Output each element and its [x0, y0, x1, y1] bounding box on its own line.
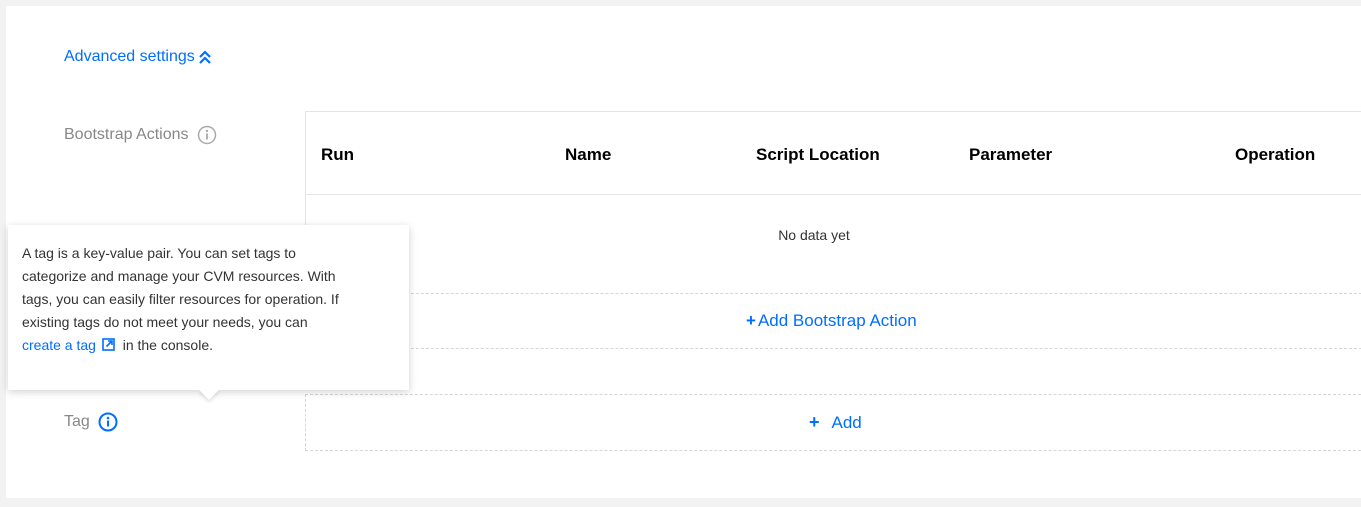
- bootstrap-actions-label-row: Bootstrap Actions: [64, 125, 217, 145]
- tooltip-line: categorize and manage your CVM resources…: [22, 268, 336, 284]
- create-tag-link[interactable]: create a tag: [22, 337, 96, 353]
- column-header-name: Name: [565, 145, 612, 164]
- external-link-icon[interactable]: [102, 338, 115, 351]
- tag-tooltip: A tag is a key-value pair. You can set t…: [8, 225, 409, 400]
- tooltip-line: tags, you can easily filter resources fo…: [22, 291, 339, 307]
- column-header-script-location: Script Location: [756, 145, 880, 164]
- plus-icon: +: [746, 311, 756, 330]
- add-tag-button[interactable]: + Add: [809, 412, 862, 433]
- bootstrap-actions-label: Bootstrap Actions: [64, 126, 189, 143]
- empty-state-text: No data yet: [778, 227, 850, 243]
- chevron-double-up-icon: [198, 50, 211, 64]
- add-bootstrap-action-button[interactable]: + Add Bootstrap Action: [746, 311, 917, 331]
- add-bootstrap-action-label: Add Bootstrap Action: [757, 311, 917, 330]
- info-icon[interactable]: [197, 125, 217, 145]
- tooltip-line-last: create a tag in the console.: [22, 334, 395, 357]
- table-header: Run Name Script Location Parameter Opera…: [306, 112, 1361, 195]
- column-header-parameter: Parameter: [969, 145, 1053, 164]
- info-icon[interactable]: [98, 412, 118, 432]
- add-tag-label: Add: [831, 412, 862, 432]
- tooltip-line: existing tags do not meet your needs, yo…: [22, 314, 308, 330]
- table-empty-row: No data yet: [306, 195, 1361, 294]
- tag-add-box: + Add: [305, 394, 1361, 451]
- column-header-operation: Operation: [1235, 145, 1316, 164]
- plus-icon: +: [809, 412, 820, 432]
- bootstrap-actions-table: Run Name Script Location Parameter Opera…: [305, 111, 1361, 349]
- tooltip-line: A tag is a key-value pair. You can set t…: [22, 245, 296, 261]
- column-header-run: Run: [321, 145, 355, 164]
- advanced-settings-toggle[interactable]: Advanced settings: [64, 48, 213, 66]
- tag-label-row: Tag: [64, 412, 118, 432]
- advanced-settings-label: Advanced settings: [64, 48, 195, 65]
- tooltip-suffix: in the console.: [122, 337, 214, 353]
- tag-label: Tag: [64, 413, 90, 430]
- add-bootstrap-row: + Add Bootstrap Action: [306, 294, 1361, 349]
